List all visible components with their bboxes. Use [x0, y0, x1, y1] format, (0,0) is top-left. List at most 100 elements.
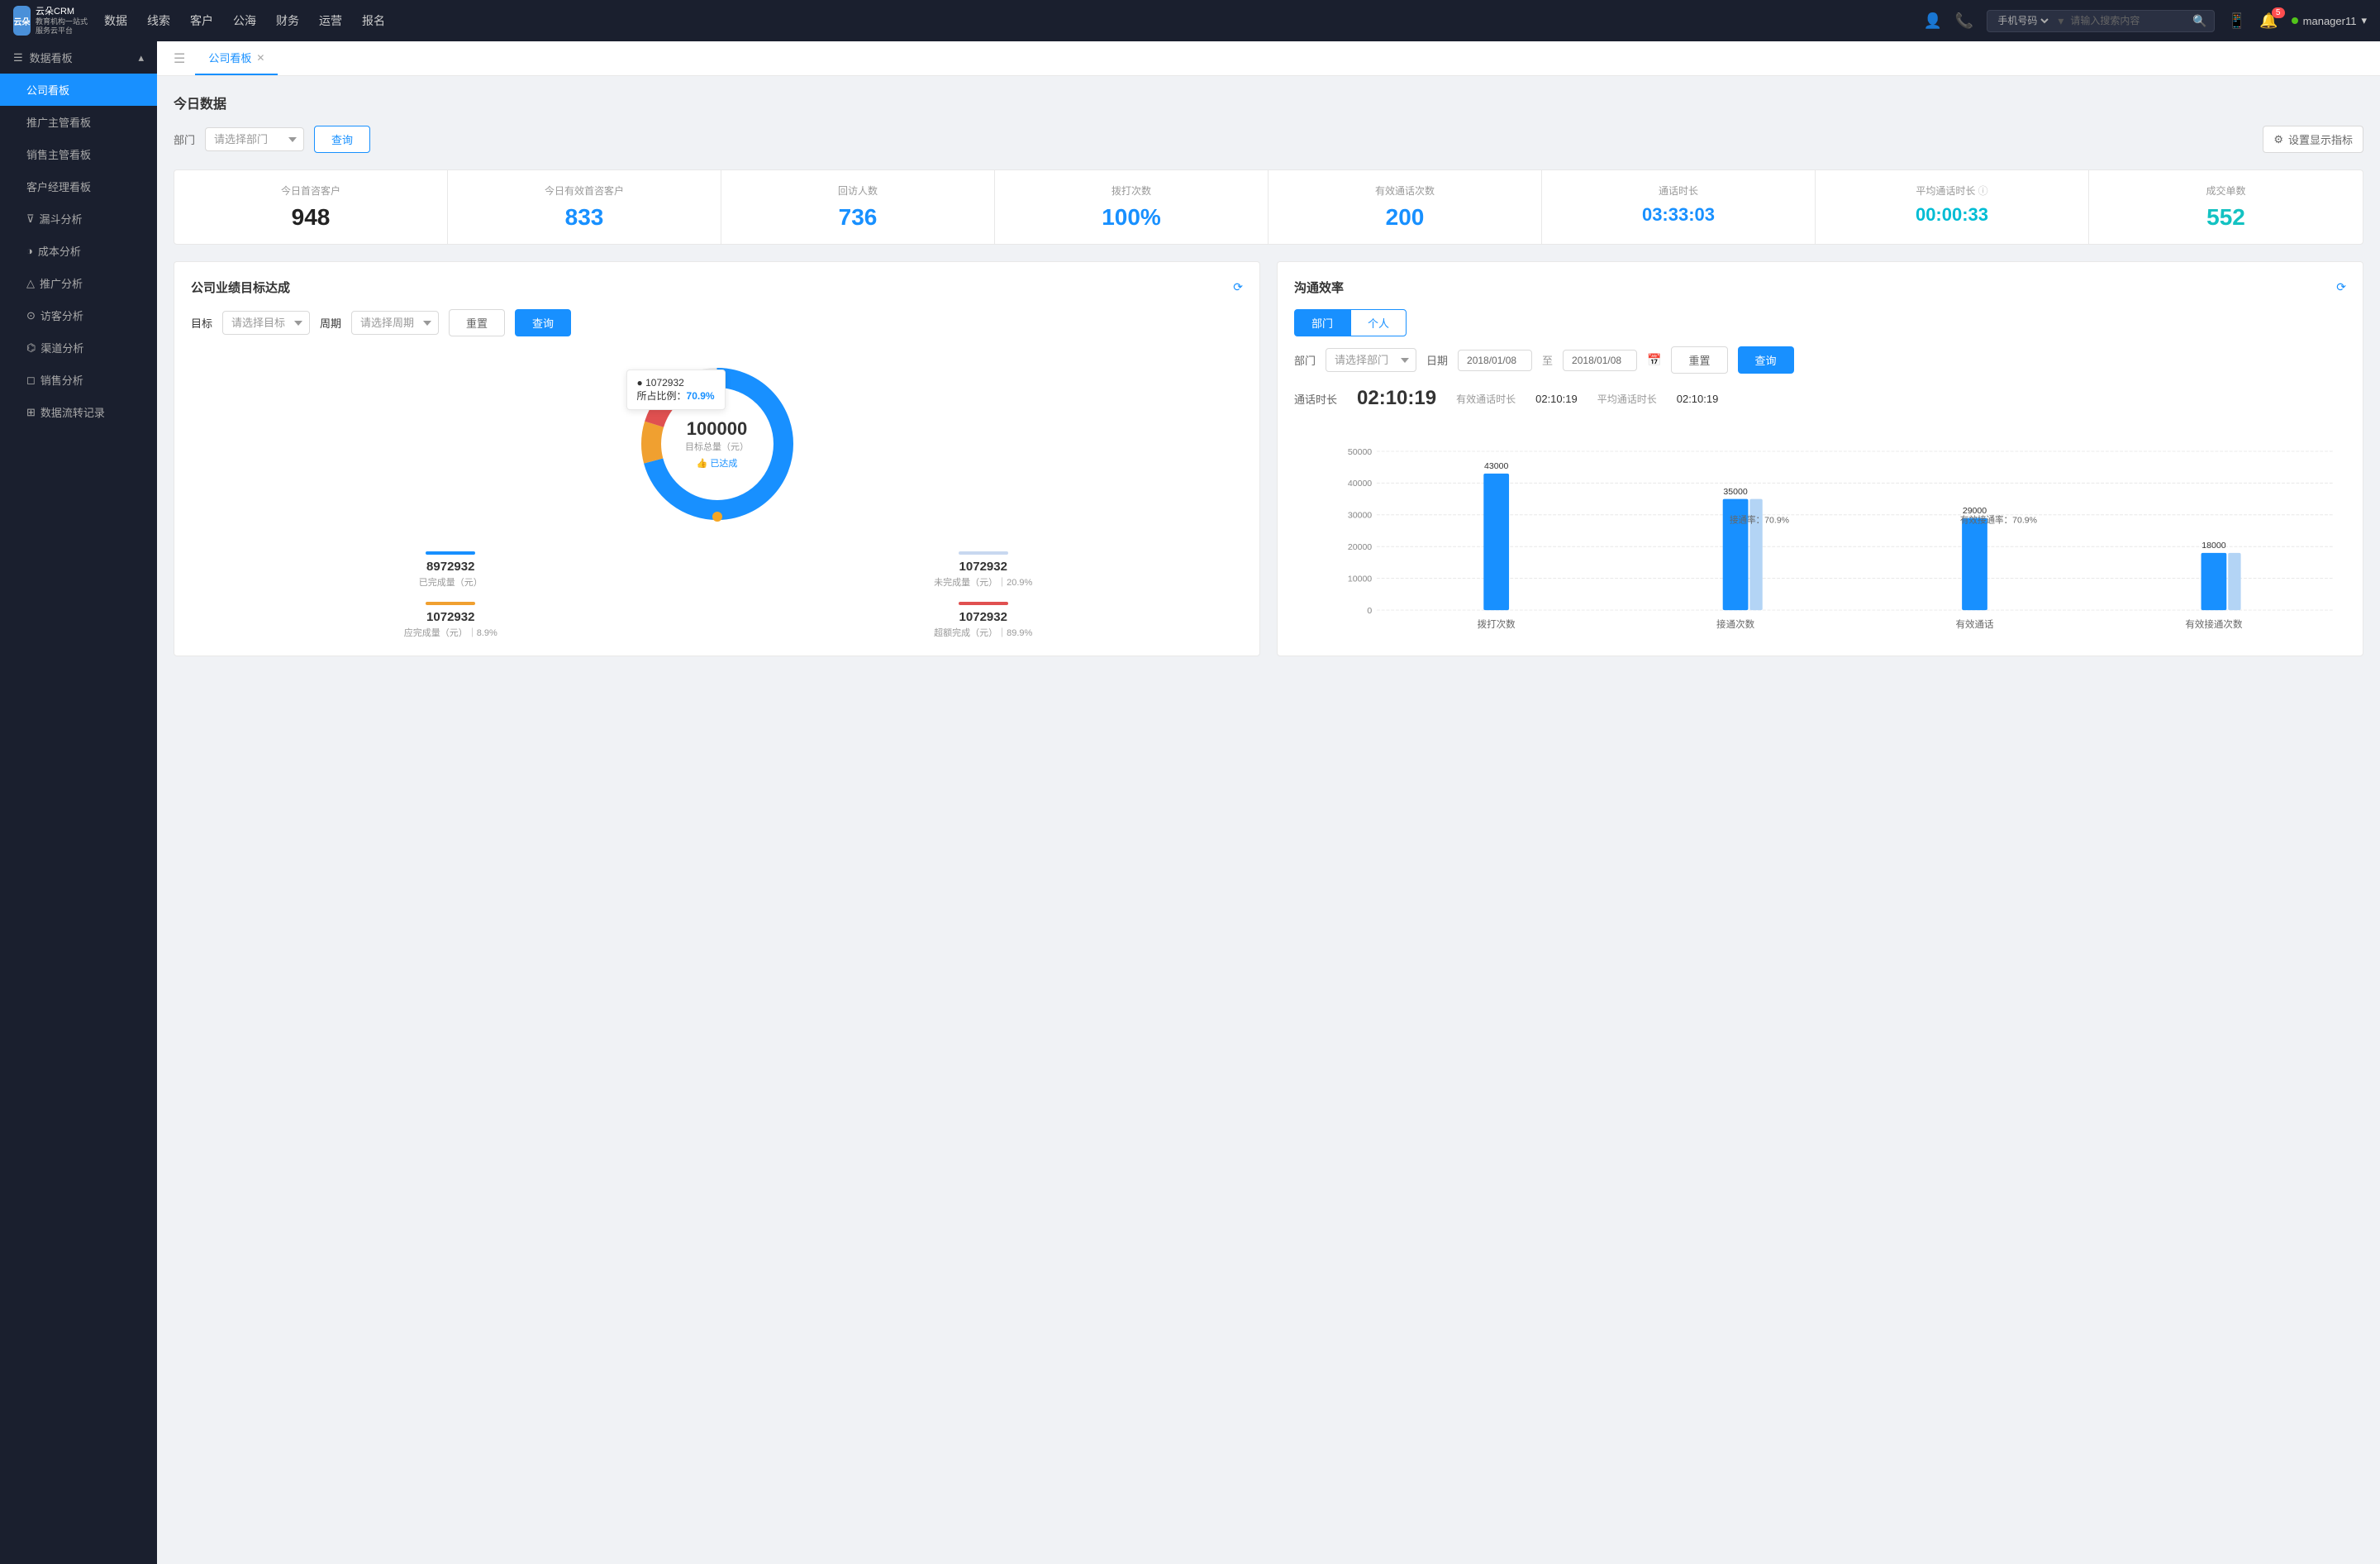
eff-dept-select[interactable]: 请选择部门	[1326, 348, 1416, 372]
svg-text:有效接通次数: 有效接通次数	[2185, 618, 2243, 630]
channel-icon: ⌬	[26, 341, 36, 355]
nav-customer[interactable]: 客户	[190, 9, 213, 32]
notification-bell[interactable]: 🔔 5	[2259, 12, 2278, 30]
sidebar: ☰ 数据看板 ▴ 公司看板 推广主管看板 销售主管看板 客户经理看板 ⊽ 漏斗分…	[0, 41, 157, 1564]
dept-select[interactable]: 请选择部门	[205, 127, 304, 151]
cost-icon: ◑	[26, 245, 33, 257]
eff-reset-button[interactable]: 重置	[1671, 346, 1727, 374]
nav-right: 👤 📞 手机号码 ▾ 🔍 📱 🔔 5 manager11 ▾	[1924, 10, 2368, 32]
sidebar-item-promo-analysis[interactable]: △ 推广分析	[0, 267, 157, 299]
eff-panel-title: 沟通效率	[1294, 279, 1344, 296]
section-title-today: 今日数据	[174, 93, 2363, 112]
nav-signup[interactable]: 报名	[362, 9, 385, 32]
sidebar-item-funnel[interactable]: ⊽ 漏斗分析	[0, 203, 157, 235]
sidebar-group-header[interactable]: ☰ 数据看板 ▴	[0, 41, 157, 74]
sidebar-item-company-board[interactable]: 公司看板	[0, 74, 157, 106]
today-filter-row: 部门 请选择部门 查询 ⚙ 设置显示指标	[174, 126, 2363, 153]
funnel-icon: ⊽	[26, 212, 35, 226]
panels-row: 公司业绩目标达成 ⟳ 目标 请选择目标 周期 请选择周期 重置	[174, 261, 2363, 656]
sidebar-item-sales-analysis[interactable]: ◻ 销售分析	[0, 364, 157, 396]
nav-sea[interactable]: 公海	[233, 9, 256, 32]
nav-data[interactable]: 数据	[104, 9, 127, 32]
svg-text:30000: 30000	[1348, 511, 1372, 521]
svg-text:18000: 18000	[2202, 541, 2225, 551]
svg-text:接通次数: 接通次数	[1716, 618, 1755, 630]
top-navigation: 云朵 云朵CRM 教育机构一站式服务云平台 数据 线索 客户 公海 财务 运营 …	[0, 0, 2380, 41]
goal-refresh-icon[interactable]: ⟳	[1233, 280, 1243, 294]
donut-wrapper: ● 1072932 所占比例：70.9%	[626, 353, 808, 535]
promo-icon: △	[26, 277, 35, 290]
eff-tab-group: 部门 个人	[1294, 309, 2346, 336]
stat-effective-calls: 有效通话次数 200	[1269, 170, 1542, 244]
eff-query-button[interactable]: 查询	[1738, 346, 1794, 374]
main-layout: ☰ 数据看板 ▴ 公司看板 推广主管看板 销售主管看板 客户经理看板 ⊽ 漏斗分…	[0, 41, 2380, 1564]
search-input[interactable]	[2070, 15, 2186, 26]
sidebar-item-manager-board[interactable]: 客户经理看板	[0, 170, 157, 203]
eff-refresh-icon[interactable]: ⟳	[2336, 280, 2346, 294]
svg-text:10000: 10000	[1348, 574, 1372, 584]
sidebar-item-sales-board[interactable]: 销售主管看板	[0, 138, 157, 170]
tab-person-button[interactable]: 个人	[1350, 309, 1407, 336]
search-icon[interactable]: 🔍	[2192, 14, 2206, 28]
flow-icon: ⊞	[26, 406, 36, 419]
setting-display-button[interactable]: ⚙ 设置显示指标	[2263, 126, 2363, 153]
dept-label: 部门	[174, 131, 195, 147]
nav-leads[interactable]: 线索	[147, 9, 170, 32]
logo: 云朵 云朵CRM 教育机构一站式服务云平台	[13, 6, 88, 36]
svg-text:有效通话: 有效通话	[1955, 618, 1994, 630]
sidebar-collapse-icon: ▴	[138, 51, 144, 64]
tab-dept-button[interactable]: 部门	[1294, 309, 1350, 336]
stat-calls: 拨打次数 100%	[995, 170, 1269, 244]
goal-target-select[interactable]: 请选择目标	[222, 311, 310, 335]
legend-incomplete: 1072932 未完成量（元）｜20.9%	[724, 551, 1244, 589]
stat-revisit: 回访人数 736	[721, 170, 995, 244]
sidebar-item-visitor[interactable]: ⊙ 访客分析	[0, 299, 157, 331]
user-menu[interactable]: manager11 ▾	[2292, 14, 2367, 27]
nav-ops[interactable]: 运营	[319, 9, 342, 32]
stat-valid-consult: 今日有效首咨客户 833	[448, 170, 721, 244]
stats-cards: 今日首咨客户 948 今日有效首咨客户 833 回访人数 736 拨打次数 10…	[174, 169, 2363, 245]
main-content: ☰ 公司看板 ✕ 今日数据 部门 请选择部门 查询	[157, 41, 2380, 1564]
legend-completed: 8972932 已完成量（元）	[191, 551, 711, 589]
sidebar-item-data-flow[interactable]: ⊞ 数据流转记录	[0, 396, 157, 428]
phone-icon[interactable]: 📞	[1955, 12, 1973, 30]
sidebar-item-promo-board[interactable]: 推广主管看板	[0, 106, 157, 138]
today-query-button[interactable]: 查询	[314, 126, 370, 153]
goal-period-select[interactable]: 请选择周期	[351, 311, 439, 335]
goal-panel: 公司业绩目标达成 ⟳ 目标 请选择目标 周期 请选择周期 重置	[174, 261, 1260, 656]
calendar-icon[interactable]: 📅	[1647, 353, 1661, 367]
tab-toggle-icon[interactable]: ☰	[174, 50, 185, 67]
date-to-input[interactable]	[1563, 350, 1637, 371]
user-icon[interactable]: 👤	[1924, 12, 1942, 30]
search-type-select[interactable]: 手机号码	[1994, 14, 2051, 27]
setting-icon: ⚙	[2273, 133, 2283, 146]
logo-icon: 云朵	[13, 6, 31, 36]
goal-query-button[interactable]: 查询	[515, 309, 571, 336]
svg-text:50000: 50000	[1348, 447, 1372, 457]
donut-center: 100000 目标总量（元） 👍 已达成	[685, 418, 749, 470]
sales-icon: ◻	[26, 374, 36, 387]
sidebar-item-channel[interactable]: ⌬ 渠道分析	[0, 331, 157, 364]
nav-finance[interactable]: 财务	[276, 9, 299, 32]
svg-text:0: 0	[1367, 606, 1372, 616]
legend-should-complete: 1072932 应完成量（元）｜8.9%	[191, 602, 711, 639]
sidebar-item-cost[interactable]: ◑ 成本分析	[0, 235, 157, 267]
date-from-input[interactable]	[1458, 350, 1532, 371]
tablet-icon[interactable]: 📱	[2228, 12, 2246, 30]
tab-bar: ☰ 公司看板 ✕	[157, 41, 2380, 76]
tab-company-board[interactable]: 公司看板 ✕	[195, 41, 278, 75]
goal-form: 目标 请选择目标 周期 请选择周期 重置 查询	[191, 309, 1243, 336]
time-stats: 通话时长 02:10:19 有效通话时长 02:10:19 平均通话时长 02:…	[1294, 387, 2346, 410]
goal-panel-header: 公司业绩目标达成 ⟳	[191, 279, 1243, 296]
svg-text:43000: 43000	[1484, 461, 1508, 471]
legend-bar-over	[959, 602, 1008, 605]
tab-close-icon[interactable]: ✕	[256, 52, 264, 64]
page-content: 今日数据 部门 请选择部门 查询 ⚙ 设置显示指标	[157, 76, 2380, 673]
status-dot	[2292, 17, 2298, 24]
donut-tooltip: ● 1072932 所占比例：70.9%	[626, 370, 726, 410]
svg-text:拨打次数: 拨打次数	[1478, 618, 1516, 630]
sidebar-group-title: 数据看板	[30, 50, 73, 65]
stat-call-duration: 通话时长 03:33:03	[1542, 170, 1816, 244]
user-dropdown-icon: ▾	[2361, 14, 2367, 27]
goal-reset-button[interactable]: 重置	[449, 309, 505, 336]
